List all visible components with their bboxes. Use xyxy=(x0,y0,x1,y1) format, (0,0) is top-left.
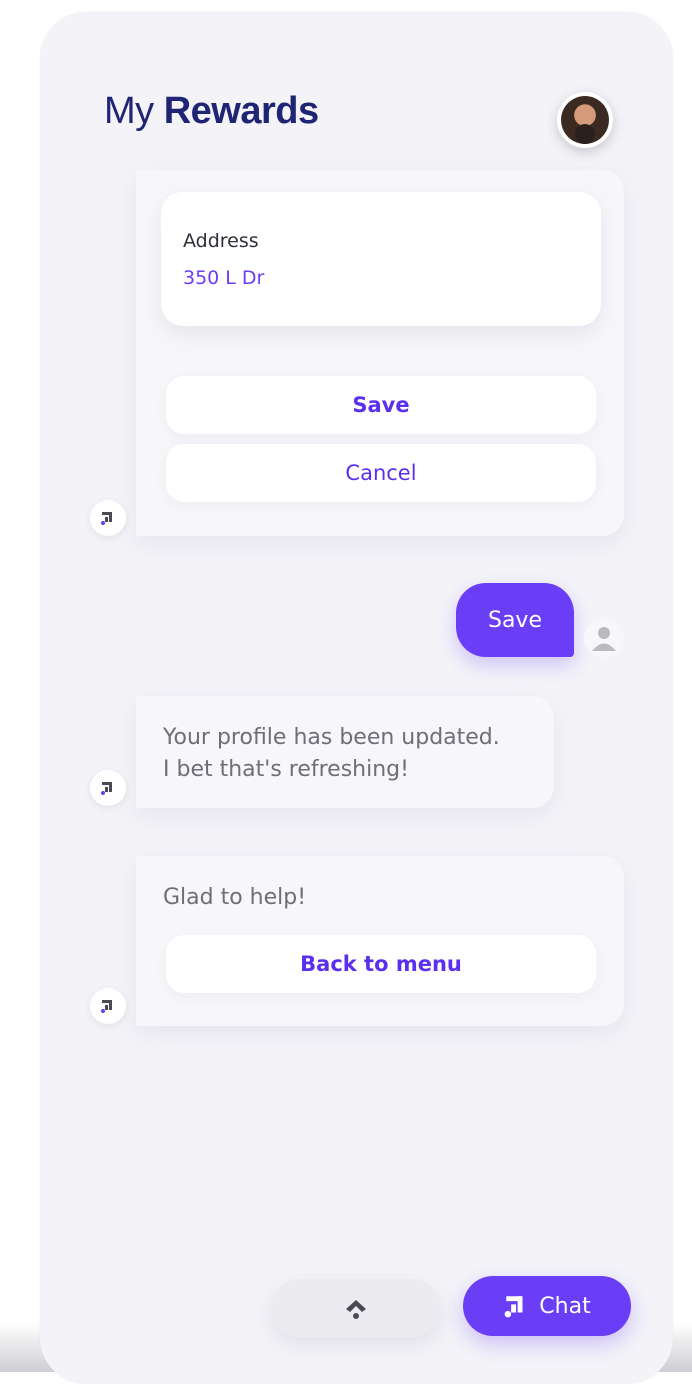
profile-avatar[interactable] xyxy=(557,92,613,148)
page-title-light: My xyxy=(104,90,154,132)
user-glyph xyxy=(592,627,616,651)
bot-message-text: Glad to help! xyxy=(163,885,307,910)
back-to-menu-button[interactable]: Back to menu xyxy=(166,935,596,993)
bot-logo-icon xyxy=(504,1296,523,1318)
address-field-card[interactable] xyxy=(161,192,601,326)
chevron-up-icon xyxy=(346,1300,366,1319)
bot-logo-glyph xyxy=(101,1000,112,1013)
address-label: Address xyxy=(183,230,259,252)
chat-button-label: Chat xyxy=(539,1293,591,1319)
user-message-bubble: Save xyxy=(456,583,574,657)
bot-message-line-2: I bet that's refreshing! xyxy=(163,757,409,782)
bot-message-line-1: Your profile has been updated. xyxy=(163,725,500,750)
page-title: My Rewards xyxy=(104,90,319,133)
chat-button[interactable]: Chat xyxy=(463,1276,631,1336)
save-button[interactable]: Save xyxy=(166,376,596,434)
page-title-bold: Rewards xyxy=(163,90,319,132)
bot-logo-glyph xyxy=(101,512,112,525)
cancel-button[interactable]: Cancel xyxy=(166,444,596,502)
bot-logo-icon xyxy=(90,500,126,536)
avatar-image xyxy=(561,96,609,144)
bot-logo-icon xyxy=(90,770,126,806)
user-icon xyxy=(584,618,624,658)
scroll-up-button[interactable] xyxy=(272,1279,440,1337)
address-value[interactable]: 350 L Dr xyxy=(183,267,264,289)
bot-logo-icon xyxy=(90,988,126,1024)
bot-logo-glyph xyxy=(101,782,112,795)
